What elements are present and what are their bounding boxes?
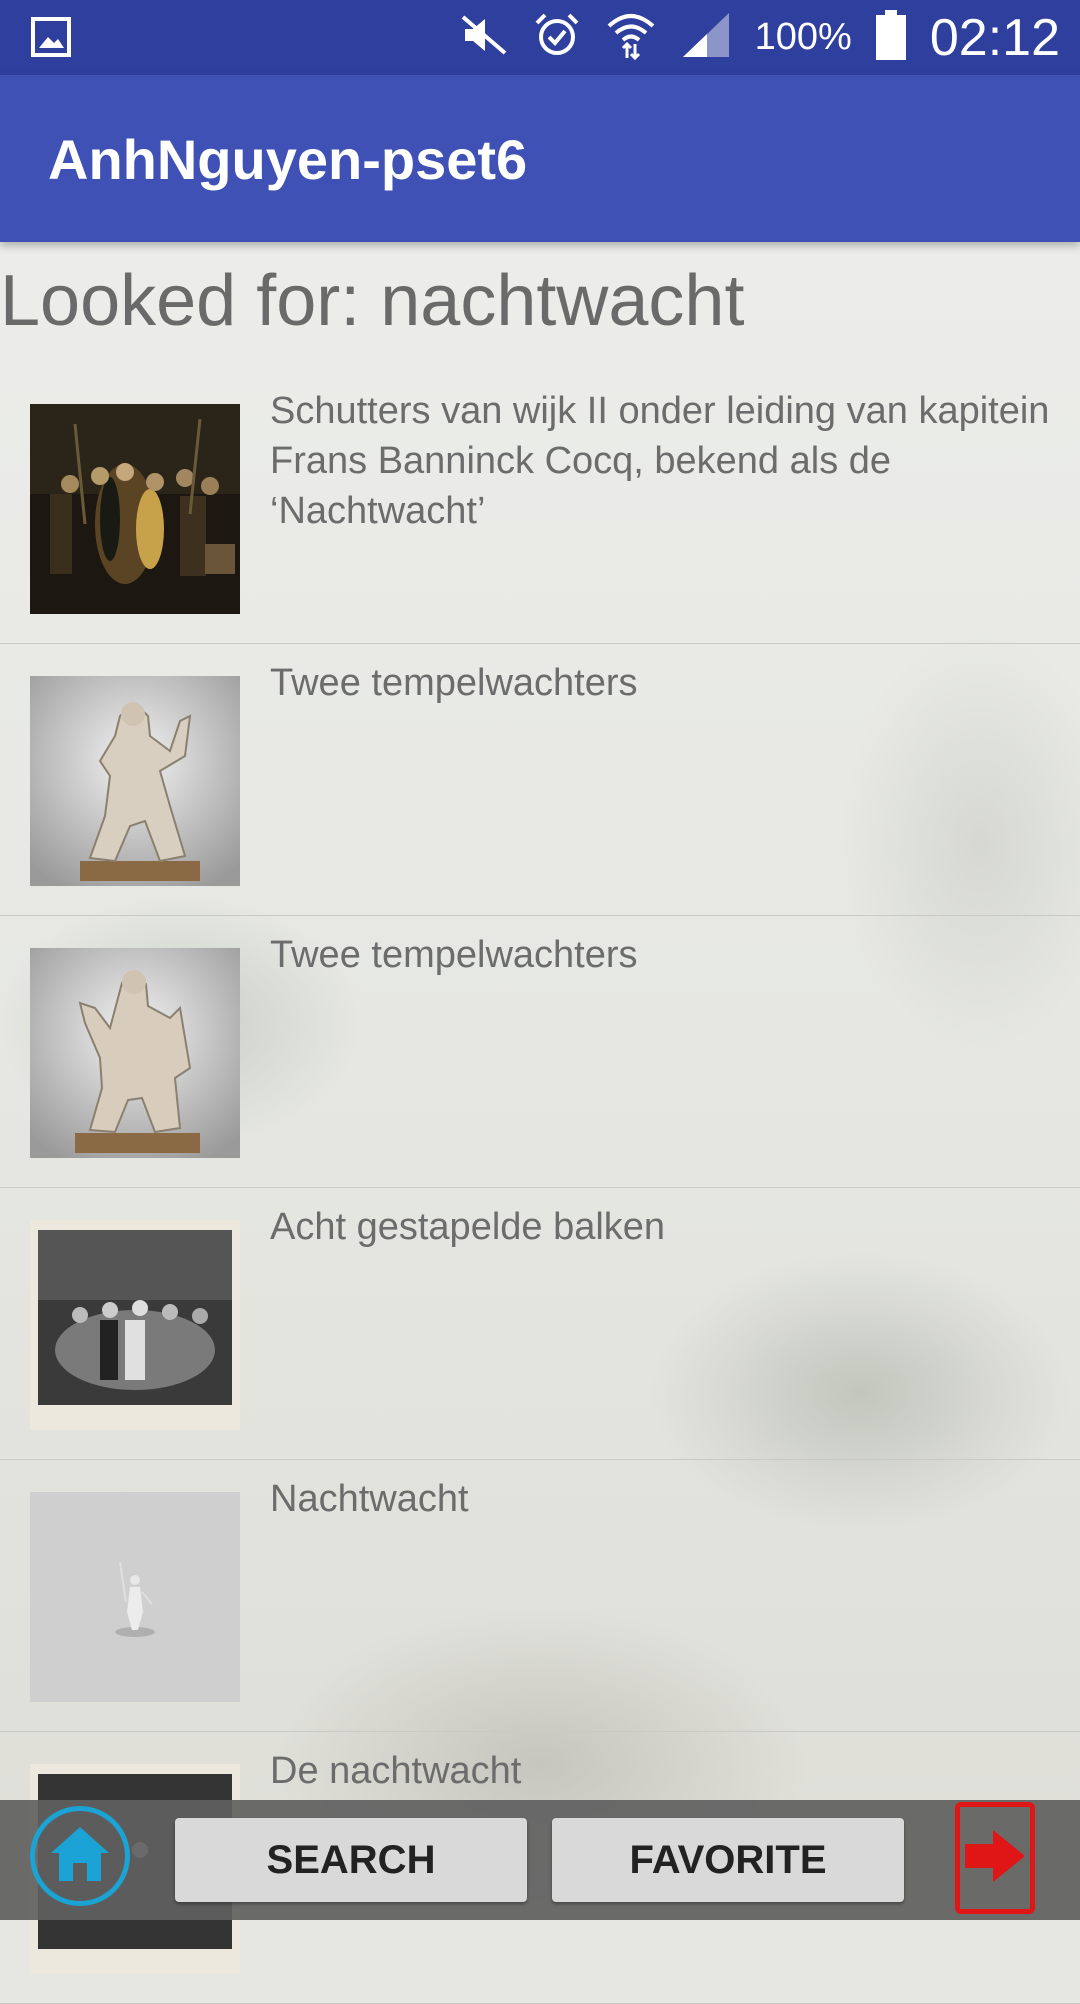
temple-guardian-statue-thumbnail (30, 676, 240, 886)
status-bar: 100% 02:12 (0, 0, 1080, 75)
result-title: Acht gestapelde balken (270, 1206, 666, 1248)
wifi-icon (605, 10, 657, 65)
battery-icon (875, 10, 906, 65)
result-title: Schutters van wijk II onder leiding van … (270, 390, 1050, 532)
night-watch-painting-thumbnail (30, 404, 240, 614)
alarm-icon (533, 11, 581, 64)
list-item[interactable]: Twee tempelwachters (0, 644, 1080, 916)
mute-icon (459, 13, 509, 62)
result-title: Twee tempelwachters (270, 934, 638, 976)
night-watch-print-thumbnail (30, 1220, 240, 1430)
list-item[interactable]: Twee tempelwachters (0, 916, 1080, 1188)
favorite-button[interactable]: FAVORITE (552, 1818, 904, 1902)
results-list[interactable]: Schutters van wijk II onder leiding van … (0, 372, 1080, 2004)
signal-icon (681, 11, 731, 64)
gallery-icon (30, 16, 72, 63)
clock: 02:12 (929, 8, 1060, 67)
result-title: De nachtwacht (270, 1750, 522, 1792)
bottom-nav: SEARCH FAVORITE (0, 1800, 1080, 1920)
home-icon (49, 1825, 111, 1888)
list-item[interactable]: Nachtwacht (0, 1460, 1080, 1732)
result-title: Twee tempelwachters (270, 662, 638, 704)
silver-figurine-thumbnail (30, 1492, 240, 1702)
battery-percent: 100% (754, 16, 852, 58)
app-bar: AnhNguyen-pset6 (0, 75, 1080, 242)
search-heading: Looked for: nachtwacht (0, 261, 745, 341)
result-title: Nachtwacht (270, 1478, 469, 1520)
logout-button[interactable] (955, 1802, 1035, 1914)
list-item[interactable]: Acht gestapelde balken (0, 1188, 1080, 1460)
logout-icon (963, 1826, 1027, 1891)
home-button[interactable] (30, 1806, 130, 1906)
list-item[interactable]: Schutters van wijk II onder leiding van … (0, 372, 1080, 644)
temple-guardian-statue-thumbnail (30, 948, 240, 1158)
search-button[interactable]: SEARCH (175, 1818, 527, 1902)
app-title: AnhNguyen-pset6 (48, 128, 528, 191)
